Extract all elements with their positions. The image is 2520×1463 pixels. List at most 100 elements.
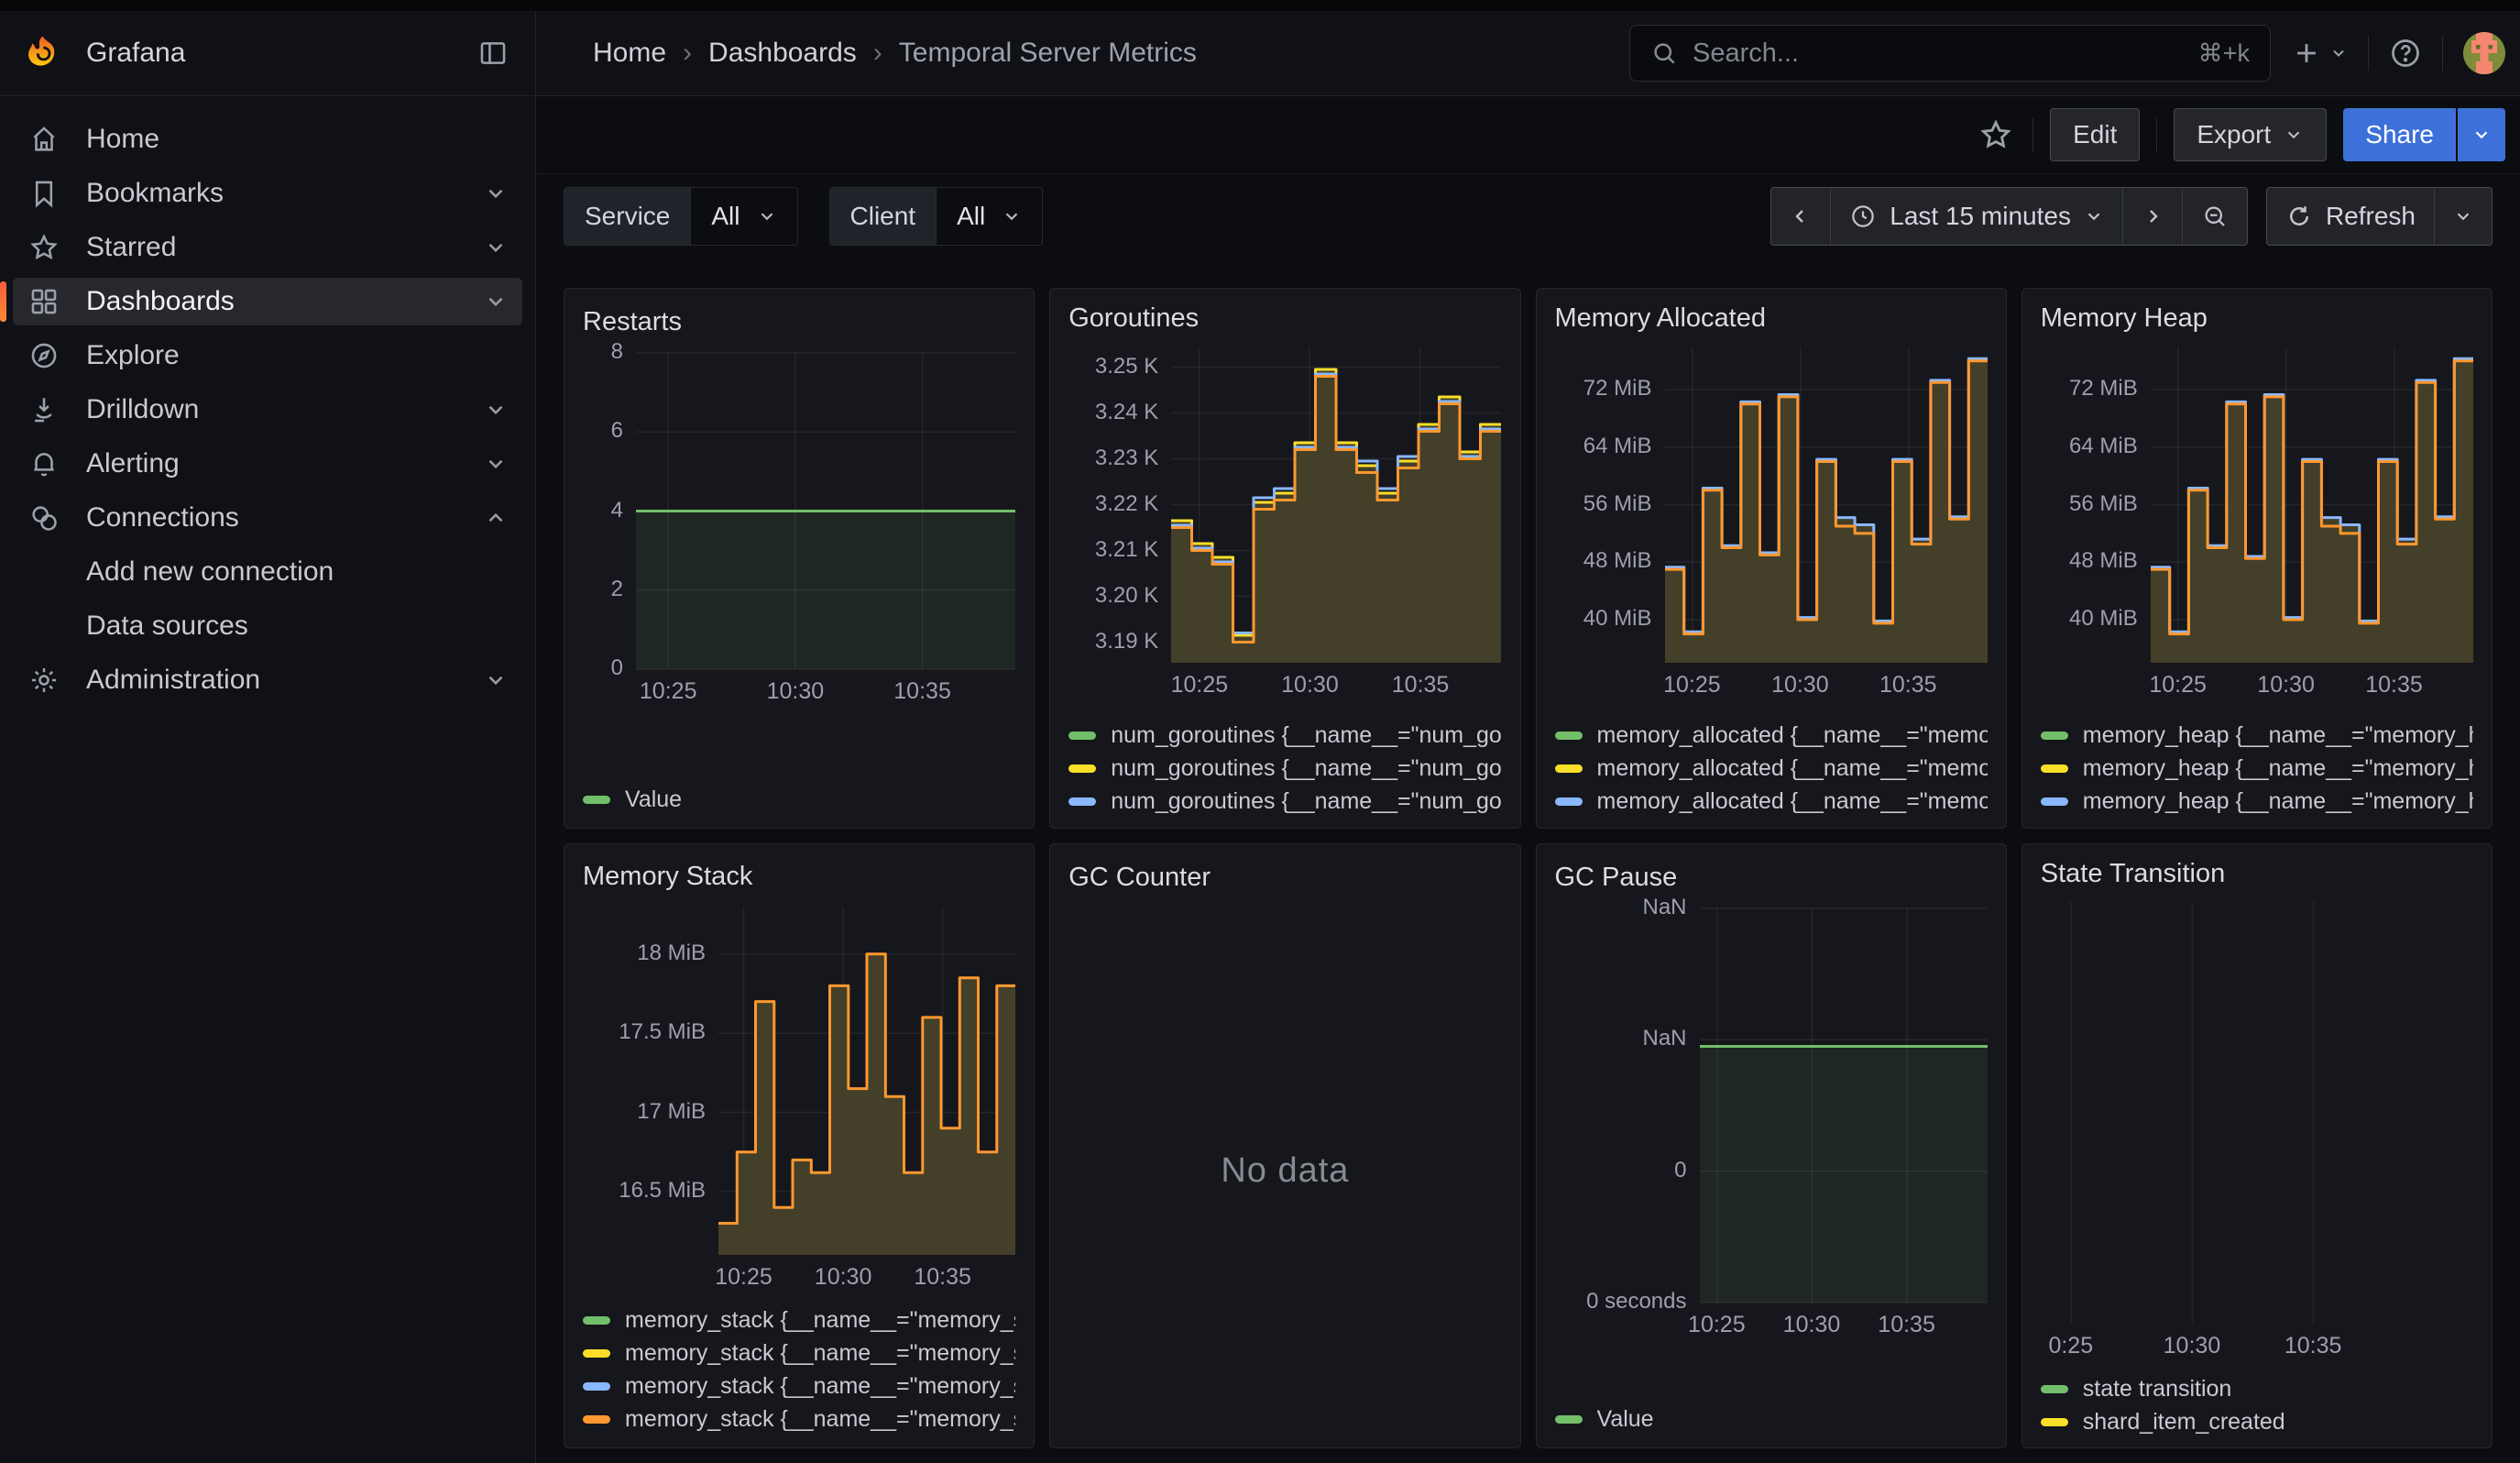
- panel-gc-pause[interactable]: GC Pause 0 seconds0NaNNaN10:2510:3010:35…: [1536, 843, 2007, 1448]
- legend-item[interactable]: num_goroutines {__name__="num_go: [1068, 787, 1501, 813]
- chevron-down-icon[interactable]: [484, 668, 508, 692]
- sidebar-collapse-icon[interactable]: [475, 35, 511, 72]
- legend-item[interactable]: memory_stack {__name__="memory_s: [583, 1306, 1015, 1334]
- sidebar-item-label: Dashboards: [86, 286, 235, 317]
- chevron-down-icon[interactable]: [484, 290, 508, 314]
- panel-title: GC Pause: [1555, 859, 1988, 896]
- legend-swatch: [583, 1349, 610, 1358]
- legend-swatch: [2041, 1385, 2068, 1393]
- client-variable-select[interactable]: All: [936, 188, 1042, 245]
- legend-item[interactable]: memory_heap {__name__="memory_h: [2041, 787, 2473, 813]
- y-tick-label: 2: [583, 577, 623, 602]
- legend-item[interactable]: Value: [583, 786, 1015, 813]
- y-tick-label: 3.20 K: [1068, 583, 1158, 609]
- legend-item[interactable]: memory_stack {__name__="memory_s: [583, 1372, 1015, 1400]
- refresh-button[interactable]: Refresh: [2267, 188, 2434, 245]
- search-icon: [1650, 39, 1678, 67]
- y-tick-label: 18 MiB: [583, 940, 706, 966]
- y-tick-label: 56 MiB: [2041, 491, 2138, 517]
- legend-swatch: [2041, 1418, 2068, 1426]
- chevron-down-icon[interactable]: [484, 182, 508, 205]
- brand-name: Grafana: [86, 38, 185, 69]
- bookmark-icon: [27, 177, 60, 210]
- legend-item[interactable]: num_goroutines {__name__="num_go: [1068, 754, 1501, 782]
- window-top-strip: [0, 0, 2520, 11]
- chevron-up-icon[interactable]: [484, 506, 508, 530]
- legend-item[interactable]: memory_allocated {__name__="memo: [1555, 721, 1988, 749]
- legend-label: memory_allocated {__name__="memo: [1597, 755, 1988, 782]
- legend-item[interactable]: memory_heap {__name__="memory_h: [2041, 721, 2473, 749]
- x-tick-label: 10:30: [1245, 672, 1374, 698]
- help-button[interactable]: [2389, 37, 2422, 70]
- legend-item[interactable]: num_goroutines {__name__="num_go: [1068, 721, 1501, 749]
- breadcrumb-separator: ›: [683, 38, 692, 69]
- time-shift-forward-button[interactable]: [2122, 188, 2182, 245]
- legend-swatch: [583, 1382, 610, 1391]
- search-box[interactable]: ⌘+k: [1629, 25, 2271, 82]
- sidebar-item-data-sources[interactable]: Data sources: [13, 602, 522, 650]
- zoom-out-button[interactable]: [2182, 188, 2247, 245]
- x-tick-label: 10:35: [2330, 672, 2459, 698]
- sidebar-item-bookmarks[interactable]: Bookmarks: [13, 170, 522, 217]
- y-tick-label: 0: [1555, 1158, 1687, 1183]
- panel-gc-counter[interactable]: GC Counter No data: [1049, 843, 1520, 1448]
- legend-item[interactable]: memory_stack {__name__="memory_s: [583, 1405, 1015, 1433]
- memory-allocated-chart: 40 MiB48 MiB56 MiB64 MiB72 MiB10:2510:30…: [1555, 346, 1988, 705]
- sidebar-item-add-new-connection[interactable]: Add new connection: [13, 548, 522, 596]
- chevron-down-icon[interactable]: [484, 452, 508, 476]
- sidebar-item-home[interactable]: Home: [13, 116, 522, 163]
- refresh-interval-button[interactable]: [2434, 188, 2492, 245]
- service-variable-select[interactable]: All: [690, 188, 796, 245]
- y-tick-label: 4: [583, 498, 623, 523]
- y-tick-label: 17.5 MiB: [583, 1019, 706, 1045]
- sidebar-item-starred[interactable]: Starred: [13, 224, 522, 271]
- client-variable: Client All: [829, 187, 1044, 246]
- time-shift-back-button[interactable]: [1771, 188, 1830, 245]
- breadcrumb-dashboards[interactable]: Dashboards: [708, 38, 857, 69]
- breadcrumb-home[interactable]: Home: [593, 38, 666, 69]
- sidebar-item-connections[interactable]: Connections: [13, 494, 522, 542]
- legend-swatch: [583, 796, 610, 804]
- sidebar-item-label: Alerting: [86, 448, 180, 479]
- panel-memory-heap[interactable]: Memory Heap 40 MiB48 MiB56 MiB64 MiB72 M…: [2021, 288, 2493, 829]
- sidebar-item-drilldown[interactable]: Drilldown: [13, 386, 522, 434]
- x-tick-label: 10:30: [731, 678, 860, 705]
- legend-item[interactable]: memory_allocated {__name__="memo: [1555, 787, 1988, 813]
- legend-item[interactable]: shard_item_created: [2041, 1408, 2473, 1436]
- time-range-picker[interactable]: Last 15 minutes: [1830, 188, 2122, 245]
- legend-item[interactable]: state transition: [2041, 1375, 2473, 1402]
- chevron-down-icon[interactable]: [484, 236, 508, 259]
- panel-restarts[interactable]: Restarts 0246810:2510:3010:35 Value: [564, 288, 1035, 829]
- favorite-star-button[interactable]: [1976, 115, 2016, 155]
- user-avatar[interactable]: [2463, 32, 2505, 74]
- export-button[interactable]: Export: [2174, 108, 2327, 161]
- search-input[interactable]: [1693, 38, 2184, 69]
- add-new-button[interactable]: [2291, 38, 2348, 69]
- legend-swatch: [1555, 1415, 1583, 1424]
- panel-goroutines[interactable]: Goroutines 3.19 K3.20 K3.21 K3.22 K3.23 …: [1049, 288, 1520, 829]
- chevron-down-icon: [2084, 206, 2104, 226]
- legend-label: Value: [1597, 1406, 1654, 1433]
- sidebar-item-explore[interactable]: Explore: [13, 332, 522, 380]
- sidebar-item-dashboards[interactable]: Dashboards: [13, 278, 522, 325]
- edit-button[interactable]: Edit: [2050, 108, 2140, 161]
- x-tick-label: 10:35: [1843, 1312, 1971, 1338]
- sidebar-item-administration[interactable]: Administration: [13, 656, 522, 704]
- panel-title: Memory Heap: [2041, 303, 2473, 334]
- legend-item[interactable]: memory_stack {__name__="memory_s: [583, 1339, 1015, 1367]
- share-menu-button[interactable]: [2458, 108, 2505, 161]
- y-tick-label: 72 MiB: [1555, 376, 1652, 402]
- panel-state-transition[interactable]: State Transition 0:2510:3010:35 state tr…: [2021, 843, 2493, 1448]
- panel-memory-stack[interactable]: Memory Stack 16.5 MiB17 MiB17.5 MiB18 Mi…: [564, 843, 1035, 1448]
- legend-item[interactable]: Value: [1555, 1405, 1988, 1433]
- panel-memory-allocated[interactable]: Memory Allocated 40 MiB48 MiB56 MiB64 Mi…: [1536, 288, 2007, 829]
- divider: [2368, 36, 2369, 71]
- share-button[interactable]: Share: [2343, 108, 2456, 161]
- sidebar-item-alerting[interactable]: Alerting: [13, 440, 522, 488]
- legend-item[interactable]: memory_allocated {__name__="memo: [1555, 754, 1988, 782]
- chevron-down-icon[interactable]: [484, 398, 508, 422]
- legend-swatch: [2041, 764, 2068, 773]
- legend-label: memory_heap {__name__="memory_h: [2083, 755, 2473, 782]
- export-button-label: Export: [2197, 120, 2271, 149]
- legend-item[interactable]: memory_heap {__name__="memory_h: [2041, 754, 2473, 782]
